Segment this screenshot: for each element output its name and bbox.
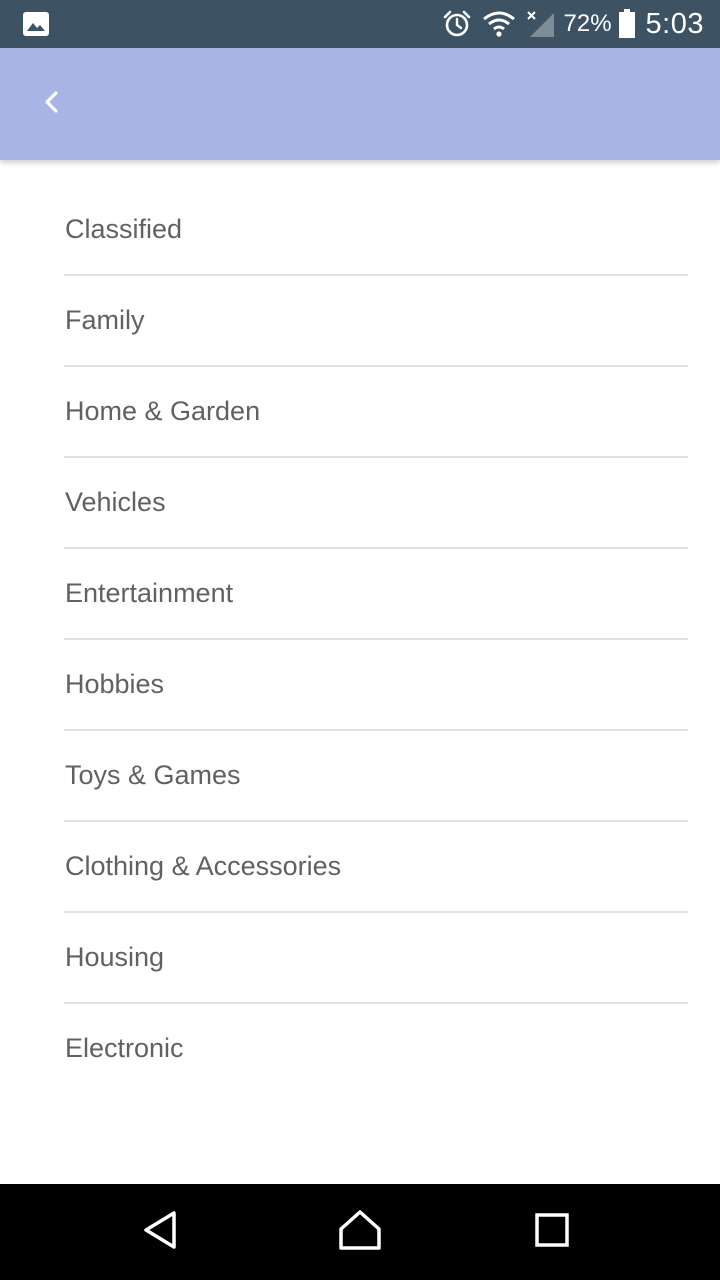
wifi-icon — [482, 10, 516, 38]
list-item-label: Clothing & Accessories — [65, 851, 342, 881]
list-item-entertainment[interactable]: Entertainment — [64, 549, 688, 640]
nav-back-button[interactable] — [136, 1208, 184, 1256]
list-item-label: Toys & Games — [65, 760, 241, 790]
status-icons: 72% 5:03 — [432, 0, 705, 48]
back-triangle-icon — [140, 1210, 180, 1255]
home-icon — [338, 1209, 382, 1256]
list-item-home-garden[interactable]: Home & Garden — [64, 367, 688, 458]
battery-icon — [618, 9, 636, 39]
alarm-icon — [442, 9, 472, 39]
nav-recents-button[interactable] — [528, 1208, 576, 1256]
cell-signal-off-icon — [526, 9, 556, 39]
list-item-label: Hobbies — [65, 669, 165, 699]
list-item-vehicles[interactable]: Vehicles — [64, 458, 688, 549]
clock: 5:03 — [645, 7, 704, 40]
chevron-left-icon — [42, 89, 62, 120]
list-item-label: Home & Garden — [65, 396, 261, 426]
list-item-label: Family — [65, 305, 145, 335]
list-item-electronic[interactable]: Electronic — [64, 1004, 688, 1093]
category-list: Classified Family Home & Garden Vehicles… — [64, 185, 688, 1093]
status-bar: 72% 5:03 — [0, 0, 720, 48]
list-item-toys-games[interactable]: Toys & Games — [64, 731, 688, 822]
navigation-bar — [0, 1184, 720, 1280]
list-item-label: Housing — [65, 942, 165, 972]
app-bar — [0, 48, 720, 160]
list-item-classified[interactable]: Classified — [64, 185, 688, 276]
list-item-housing[interactable]: Housing — [64, 913, 688, 1004]
image-notification-icon — [22, 11, 50, 37]
recents-square-icon — [534, 1212, 570, 1253]
list-item-label: Vehicles — [65, 487, 166, 517]
list-item-hobbies[interactable]: Hobbies — [64, 640, 688, 731]
list-item-label: Electronic — [65, 1033, 184, 1063]
list-item-label: Classified — [65, 214, 183, 244]
list-item-family[interactable]: Family — [64, 276, 688, 367]
nav-home-button[interactable] — [336, 1208, 384, 1256]
list-item-clothing-accessories[interactable]: Clothing & Accessories — [64, 822, 688, 913]
back-button[interactable] — [24, 76, 80, 132]
list-item-label: Entertainment — [65, 578, 234, 608]
battery-percent: 72% — [563, 10, 612, 37]
